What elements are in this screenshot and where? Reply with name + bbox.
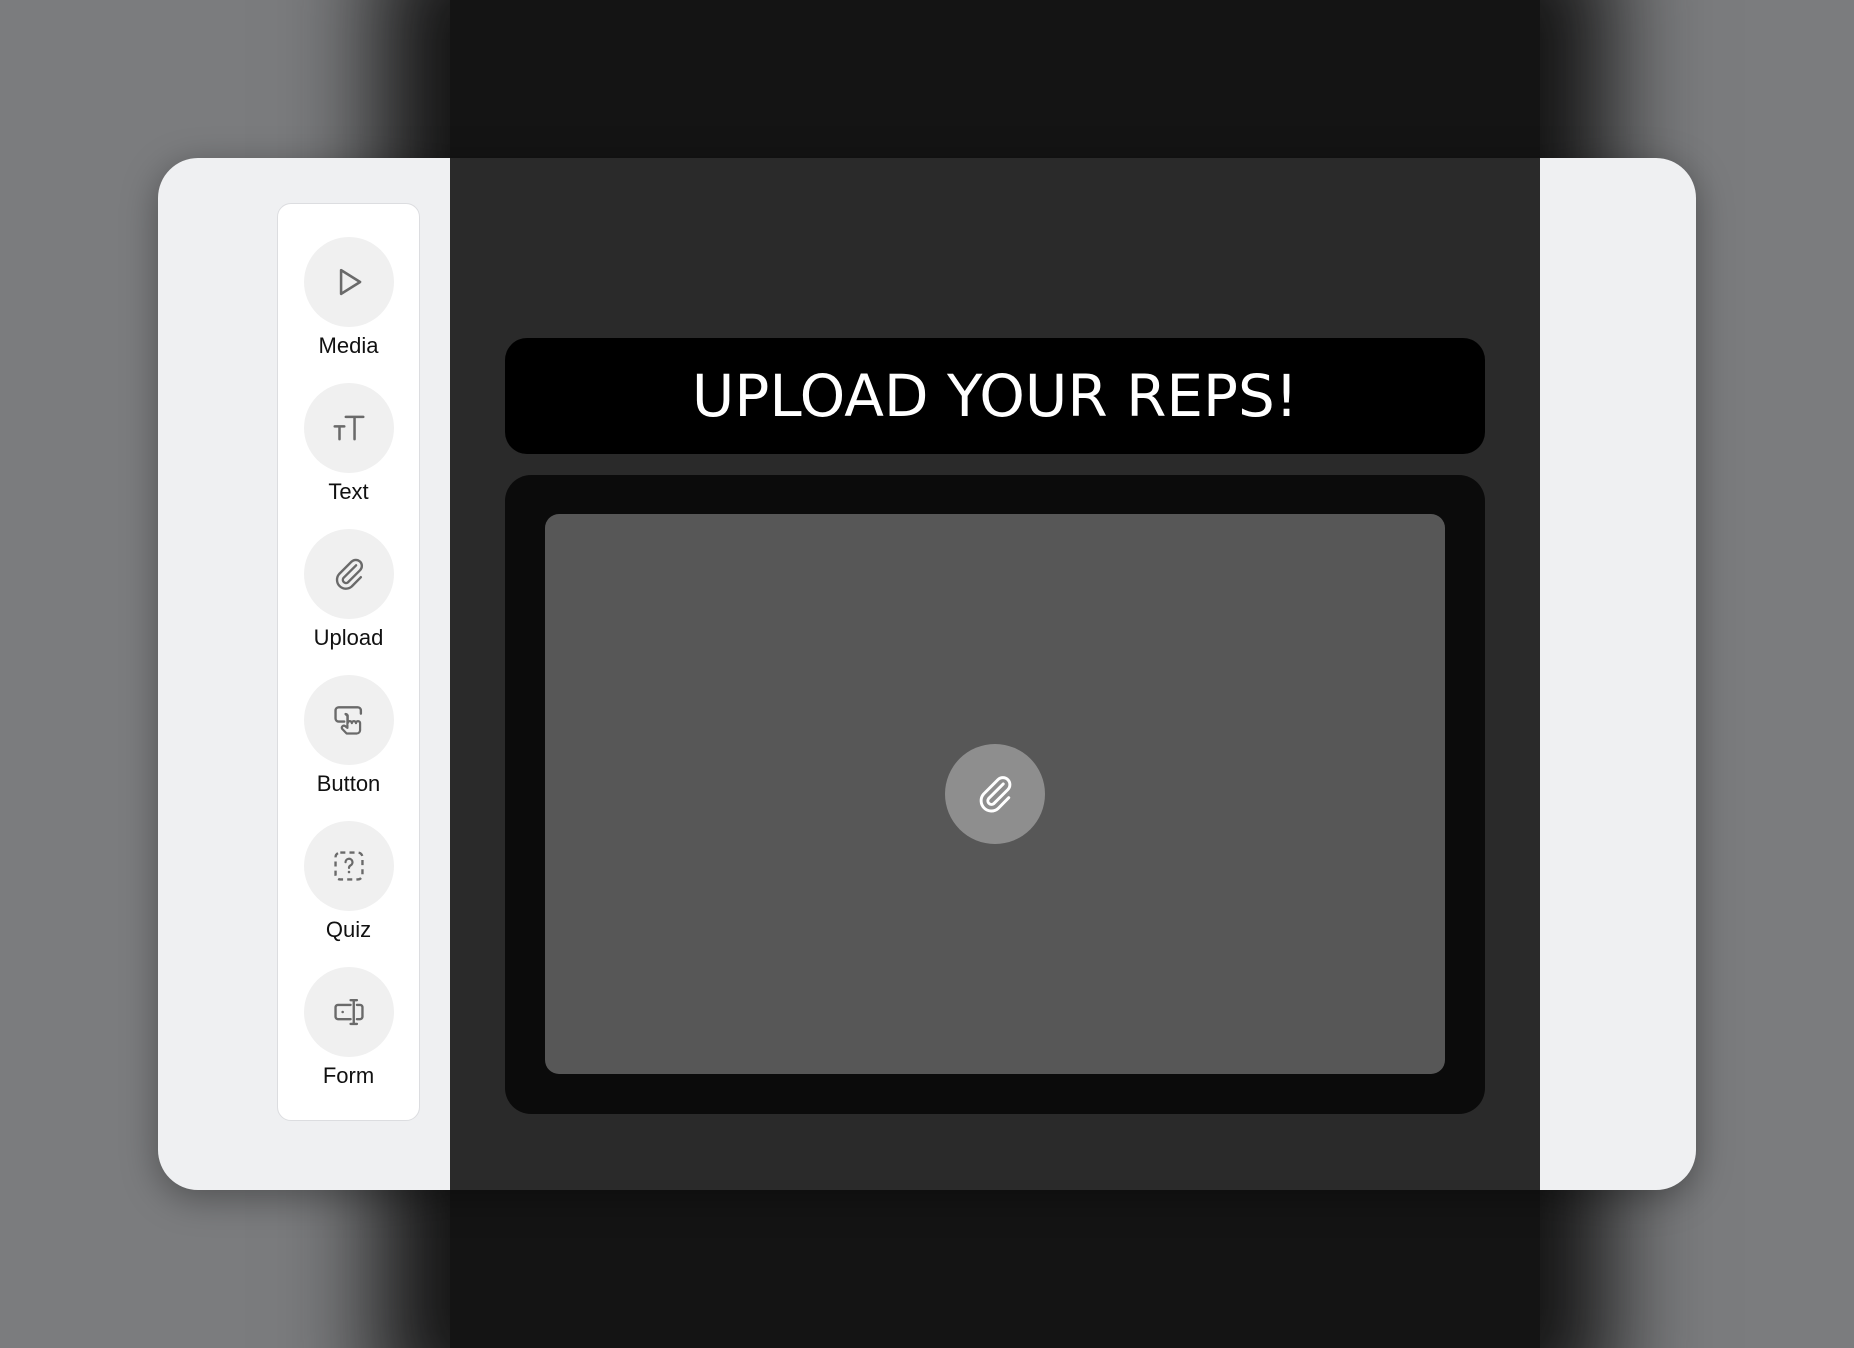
tool-button-circle[interactable]: [304, 675, 394, 765]
tool-media[interactable]: Media: [278, 237, 419, 367]
tool-quiz-label: Quiz: [325, 917, 372, 942]
tool-form-label: Form: [322, 1063, 375, 1088]
tool-text-circle[interactable]: [304, 383, 394, 473]
element-toolbar: Media Text Upload Button Quiz Form: [277, 203, 420, 1121]
question-box-icon: [334, 851, 364, 881]
slide-canvas[interactable]: UPLOAD YOUR REPS!: [450, 158, 1540, 1190]
tool-quiz-circle[interactable]: [304, 821, 394, 911]
slide-title[interactable]: UPLOAD YOUR REPS!: [692, 362, 1298, 430]
editor-card: Media Text Upload Button Quiz Form UPLOA…: [158, 158, 1696, 1190]
play-icon: [339, 268, 362, 296]
tool-upload-circle[interactable]: [304, 529, 394, 619]
title-banner[interactable]: UPLOAD YOUR REPS!: [505, 338, 1485, 454]
form-field-icon: [334, 998, 364, 1026]
tool-button[interactable]: Button: [278, 675, 419, 805]
tool-text-label: Text: [328, 479, 369, 504]
tool-media-circle[interactable]: [304, 237, 394, 327]
attach-file-button[interactable]: [945, 744, 1045, 844]
tool-upload[interactable]: Upload: [278, 529, 419, 659]
tool-media-label: Media: [318, 333, 379, 358]
paperclip-icon: [979, 776, 1012, 813]
tool-text[interactable]: Text: [278, 383, 419, 513]
upload-block[interactable]: [505, 475, 1485, 1114]
tool-form[interactable]: Form: [278, 967, 419, 1097]
text-size-icon: [333, 415, 365, 441]
tool-quiz[interactable]: Quiz: [278, 821, 419, 951]
tool-button-label: Button: [316, 771, 381, 796]
tool-upload-label: Upload: [313, 625, 384, 650]
pointer-button-icon: [334, 706, 363, 735]
tool-form-circle[interactable]: [304, 967, 394, 1057]
upload-dropzone[interactable]: [545, 514, 1445, 1074]
paperclip-icon: [335, 558, 363, 590]
